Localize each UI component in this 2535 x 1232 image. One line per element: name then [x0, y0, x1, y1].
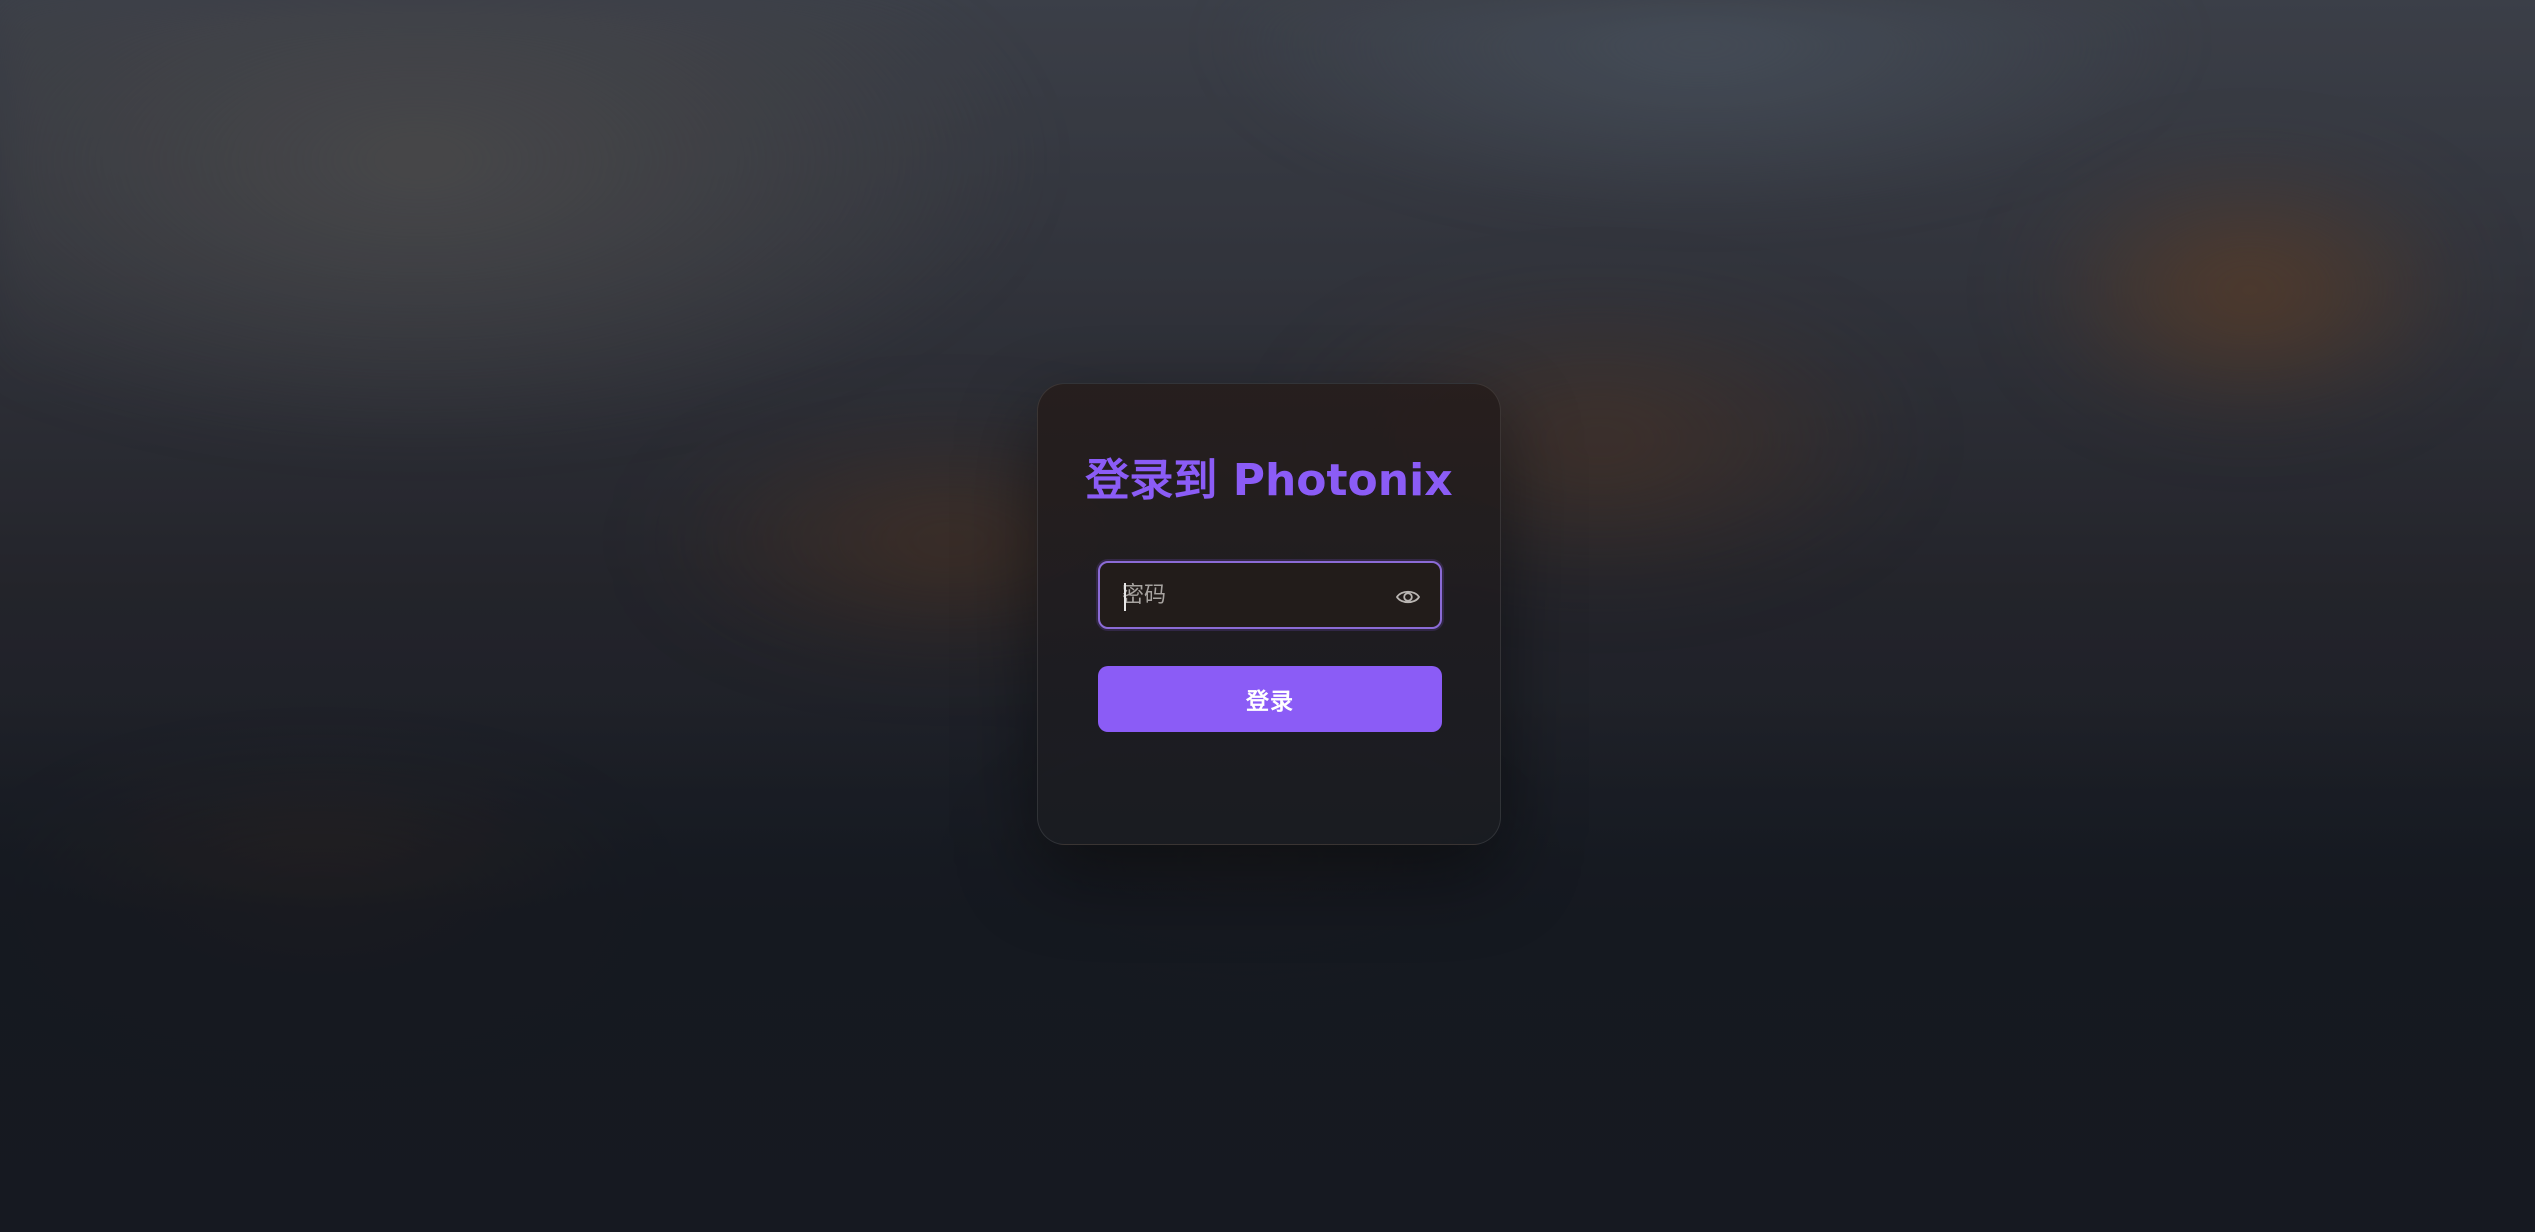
login-button[interactable]: 登录 [1098, 666, 1442, 732]
text-caret [1124, 583, 1126, 611]
password-input[interactable] [1122, 563, 1382, 627]
login-card: 登录到 Photonix 登录 [1037, 383, 1501, 845]
password-field[interactable] [1098, 561, 1442, 629]
login-title: 登录到 Photonix [1085, 455, 1453, 506]
eye-icon[interactable] [1394, 583, 1422, 611]
